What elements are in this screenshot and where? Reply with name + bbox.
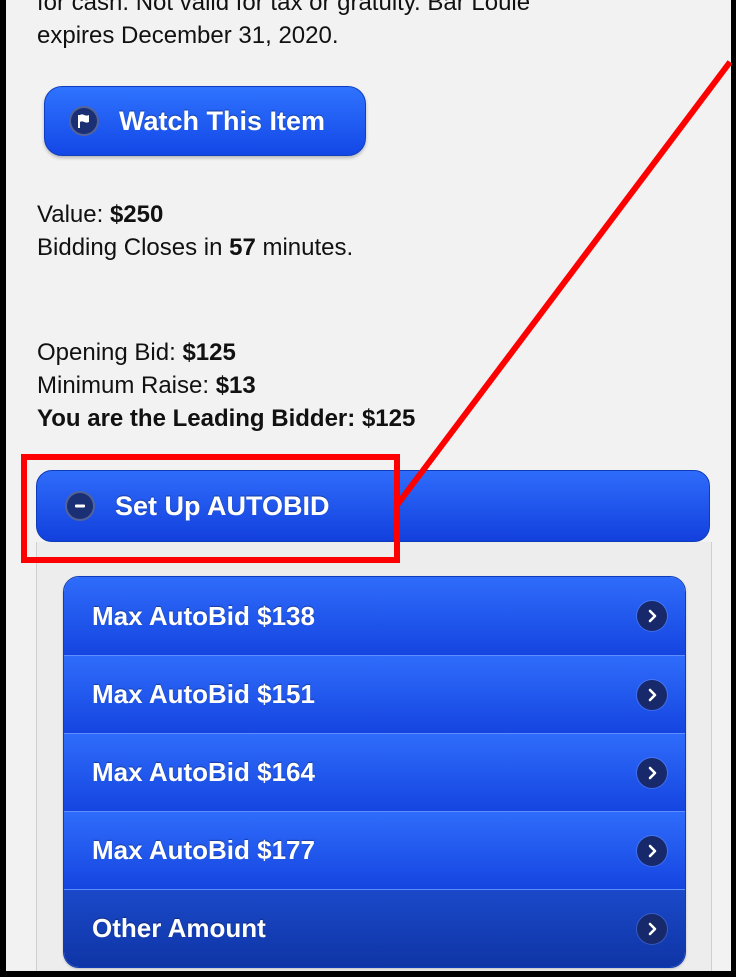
autobid-option-138[interactable]: Max AutoBid $138	[64, 577, 685, 655]
watch-item-label: Watch This Item	[119, 105, 326, 136]
chevron-right-icon	[637, 835, 667, 866]
opening-bid-amount: $125	[182, 339, 236, 366]
leading-bid-amount: $125	[361, 405, 416, 432]
bid-screen: for cash. Not valid for tax or gratuity.…	[6, 0, 731, 971]
chevron-right-icon	[637, 757, 667, 788]
description-line-2: expires December 31, 2020.	[37, 22, 339, 49]
minimum-raise-line: Minimum Raise: $13	[37, 372, 256, 399]
flag-icon	[69, 106, 99, 136]
autobid-option-label: Max AutoBid $164	[92, 757, 315, 787]
minus-circle-icon	[65, 491, 95, 521]
autobid-option-label: Max AutoBid $177	[92, 835, 315, 865]
setup-autobid-toggle[interactable]: Set Up AUTOBID	[36, 470, 710, 542]
value-line: Value: $250	[37, 201, 164, 228]
watch-item-button[interactable]: Watch This Item	[44, 86, 366, 156]
chevron-right-icon	[637, 679, 667, 710]
description-line-1: for cash. Not valid for tax or gratuity.…	[37, 0, 531, 16]
autobid-option-177[interactable]: Max AutoBid $177	[64, 811, 685, 889]
setup-autobid-label: Set Up AUTOBID	[115, 490, 330, 521]
autobid-option-164[interactable]: Max AutoBid $164	[64, 733, 685, 811]
autobid-option-label: Max AutoBid $138	[92, 600, 315, 631]
autobid-option-label: Max AutoBid $151	[92, 679, 315, 709]
chevron-right-icon	[637, 913, 667, 944]
autobid-option-other-amount[interactable]: Other Amount	[64, 889, 685, 967]
item-description: for cash. Not valid for tax or gratuity.…	[37, 0, 697, 52]
bid-info-block: Opening Bid: $125 Minimum Raise: $13 You…	[37, 336, 415, 435]
autobid-options-list: Max AutoBid $138 Max AutoBid $151 Max Au…	[63, 576, 686, 968]
minimum-raise-amount: $13	[215, 372, 256, 399]
chevron-right-icon	[637, 601, 667, 631]
closing-line: Bidding Closes in 57 minutes.	[37, 234, 354, 261]
value-block: Value: $250 Bidding Closes in 57 minutes…	[37, 198, 353, 264]
autobid-option-151[interactable]: Max AutoBid $151	[64, 655, 685, 733]
leading-bidder-line: You are the Leading Bidder: $125	[37, 405, 416, 432]
opening-bid-line: Opening Bid: $125	[37, 339, 236, 366]
closing-minutes: 57	[229, 234, 256, 261]
autobid-option-label: Other Amount	[92, 913, 266, 943]
value-amount: $250	[109, 201, 164, 228]
